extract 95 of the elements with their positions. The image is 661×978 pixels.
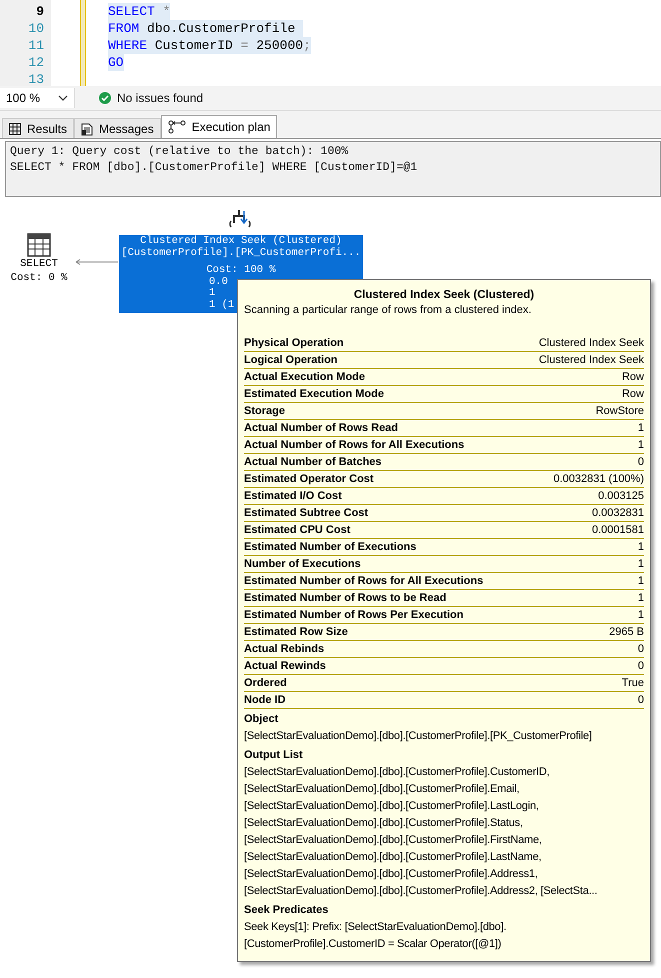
- section-text: [SelectStarEvaluationDemo].[dbo].[CustomerProfile].[PK_CustomerProfile]: [244, 729, 593, 744]
- property-value: Row: [622, 387, 644, 402]
- property-value: Row: [622, 370, 644, 385]
- section-text: [SelectStarEvaluationDemo].[dbo].[CustomerProfile].FirstName,: [244, 833, 543, 848]
- section-text: [CustomerProfile].CustomerID = Scalar Operator([@1]): [244, 937, 502, 952]
- check-circle-icon: [99, 92, 111, 104]
- property-value: 0.003125: [598, 489, 644, 504]
- code-token: =: [240, 38, 248, 53]
- code-token: GO: [108, 55, 124, 70]
- property-value: True: [622, 676, 644, 691]
- plan-icon: [168, 120, 186, 134]
- property-value: 0: [638, 693, 644, 708]
- line-number: 13: [27, 71, 45, 86]
- line-number: 12: [27, 54, 45, 71]
- property-value: 0: [638, 455, 644, 470]
- property-name: Node ID: [244, 693, 286, 708]
- property-value: RowStore: [596, 404, 644, 419]
- property-value: Clustered Index Seek: [538, 353, 644, 368]
- section-text: [SelectStarEvaluationDemo].[dbo].[CustomerProfile].CustomerID,: [244, 765, 551, 780]
- query-text: Query 1: Query cost (relative to the batch): 100%: [10, 144, 350, 160]
- property-name: Ordered: [244, 676, 287, 691]
- property-value: 0.0032831: [592, 506, 644, 521]
- property-value: 2965 B: [609, 625, 644, 640]
- property-name: Estimated Execution Mode: [244, 387, 384, 402]
- property-name: Actual Number of Rows for All Executions: [244, 438, 464, 453]
- section-text: [SelectStarEvaluationDemo].[dbo].[CustomerProfile].Address1,: [244, 867, 539, 882]
- section-text: [SelectStarEvaluationDemo].[dbo].[CustomerProfile].LastLogin,: [244, 799, 540, 814]
- section-text: [SelectStarEvaluationDemo].[dbo].[CustomerProfile].Address2, [SelectSta...: [244, 884, 598, 899]
- property-name: Estimated Number of Executions: [244, 540, 416, 555]
- tab[interactable]: Results: [2, 118, 74, 138]
- property-value: 1: [638, 608, 644, 623]
- property-name: Estimated Number of Rows for All Executions: [244, 574, 484, 589]
- table-icon: [27, 233, 51, 257]
- property-value: 0: [638, 642, 644, 657]
- code-token: FROM: [108, 21, 140, 36]
- tab[interactable]: Execution plan: [160, 115, 278, 138]
- parallelism-icon: [228, 207, 252, 229]
- operator-cost: Cost: 100 %: [206, 265, 276, 276]
- line-number: 10: [27, 20, 45, 37]
- property-value: 1: [638, 591, 644, 606]
- operator-stat: 0.0: [209, 276, 228, 288]
- property-value: 1: [638, 557, 644, 572]
- property-name: Actual Number of Batches: [244, 455, 382, 470]
- document-icon: [81, 122, 94, 136]
- grid-icon: [9, 122, 21, 134]
- property-name: Estimated CPU Cost: [244, 523, 350, 538]
- property-value: Clustered Index Seek: [538, 336, 644, 351]
- operator-object: [CustomerProfile].[PK_CustomerProfi...: [121, 248, 361, 259]
- property-name: Estimated Subtree Cost: [244, 506, 368, 521]
- zoom-dropdown[interactable]: 100 %: [0, 88, 75, 108]
- section-heading: Seek Predicates: [244, 903, 330, 918]
- section-text: [SelectStarEvaluationDemo].[dbo].[CustomerProfile].Email,: [244, 782, 520, 797]
- tab[interactable]: Messages: [74, 118, 161, 138]
- issues-status: No issues found: [117, 91, 204, 105]
- section-text: Seek Keys[1]: Prefix: [SelectStarEvaluationDemo].[dbo].: [244, 920, 508, 935]
- code-token: ;: [303, 38, 311, 53]
- operator-stat: 1 (1: [209, 300, 234, 311]
- property-value: 0.0032831 (100%): [553, 472, 644, 487]
- section-text: [SelectStarEvaluationDemo].[dbo].[CustomerProfile].LastName,: [244, 850, 542, 865]
- query-text: SELECT * FROM [dbo].[CustomerProfile] WHERE [CustomerID]=@1: [10, 160, 418, 176]
- property-name: Estimated Operator Cost: [244, 472, 374, 487]
- chevron-icon: [58, 95, 68, 101]
- property-name: Actual Execution Mode: [244, 370, 366, 385]
- code-token: SELECT: [108, 4, 155, 19]
- section-text: [SelectStarEvaluationDemo].[dbo].[CustomerProfile].Status,: [244, 816, 524, 831]
- property-name: Physical Operation: [244, 336, 344, 351]
- property-value: 0: [638, 659, 644, 674]
- operator-label: SELECT: [20, 259, 58, 270]
- property-value: 1: [638, 438, 644, 453]
- property-value: 1: [638, 540, 644, 555]
- line-number: 11: [27, 37, 45, 54]
- property-name: Number of Executions: [244, 557, 361, 572]
- property-value: 1: [638, 574, 644, 589]
- code-token: dbo.CustomerProfile: [146, 21, 296, 36]
- property-name: Storage: [244, 404, 285, 419]
- operator-stat: 1: [209, 288, 216, 300]
- property-name: Actual Number of Rows Read: [244, 421, 398, 436]
- code-token: CustomerID: [154, 38, 234, 53]
- property-name: Actual Rewinds: [244, 659, 326, 674]
- code-token: WHERE: [108, 38, 148, 53]
- operator-cost: Cost: 0 %: [10, 272, 68, 284]
- property-name: Logical Operation: [244, 353, 338, 368]
- property-value: 0.0001581: [592, 523, 644, 538]
- code-token: 250000: [255, 38, 304, 53]
- section-heading: Output List: [244, 748, 304, 763]
- line-number: 9: [35, 3, 45, 20]
- operator-label: Clustered Index Seek (Clustered): [140, 236, 342, 247]
- section-heading: Object: [244, 712, 280, 727]
- property-name: Estimated Number of Rows Per Execution: [244, 608, 464, 623]
- property-name: Actual Rebinds: [244, 642, 324, 657]
- property-value: 1: [638, 421, 644, 436]
- property-name: Estimated I/O Cost: [244, 489, 342, 504]
- code-token: *: [162, 4, 170, 19]
- property-name: Estimated Row Size: [244, 625, 348, 640]
- property-name: Estimated Number of Rows to be Read: [244, 591, 446, 606]
